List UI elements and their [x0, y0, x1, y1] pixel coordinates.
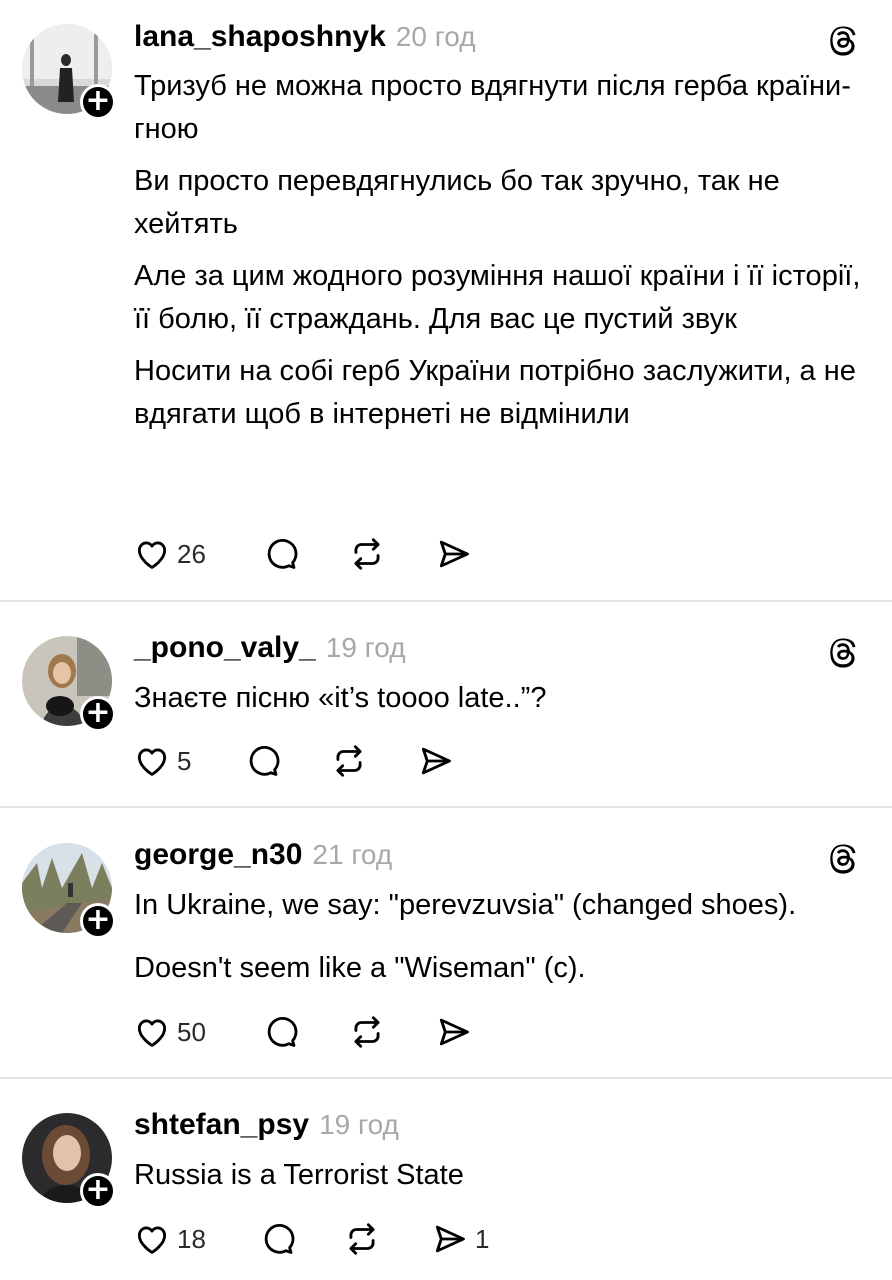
comment-bubble-icon	[267, 539, 298, 569]
send-icon	[439, 1018, 469, 1046]
timestamp: 19 год	[325, 632, 406, 663]
reply-button[interactable]	[258, 1219, 296, 1259]
divider	[0, 1077, 892, 1079]
repost-button[interactable]	[343, 1219, 381, 1259]
like-count: 5	[177, 745, 192, 776]
follow-plus-icon[interactable]: +	[80, 696, 116, 732]
like-count: 26	[177, 538, 206, 569]
like-button[interactable]: 5	[133, 741, 191, 781]
divider	[0, 600, 892, 602]
heart-icon	[137, 748, 167, 776]
like-count: 50	[177, 1016, 206, 1047]
share-button[interactable]	[417, 741, 455, 781]
share-button[interactable]	[435, 534, 473, 574]
reply-button[interactable]	[261, 534, 299, 574]
username[interactable]: _pono_valy_	[134, 631, 316, 665]
post-paragraph: Тризуб не можна просто вдягнути після ге…	[134, 70, 851, 145]
post-header: shtefan_psy 19 год	[134, 1108, 399, 1148]
repost-button[interactable]	[348, 1012, 386, 1052]
post-text: Знаєте пісню «it’s toooo late..”?	[134, 677, 874, 729]
follow-plus-icon[interactable]: +	[80, 84, 116, 120]
comment-bubble-icon	[249, 746, 280, 776]
post-paragraph: Але за цим жодного розуміння нашої країн…	[134, 260, 861, 335]
timestamp: 20 год	[395, 21, 476, 52]
repost-icon	[354, 1016, 380, 1048]
reply-button[interactable]	[243, 741, 281, 781]
reply-button[interactable]	[261, 1012, 299, 1052]
repost-button[interactable]	[330, 741, 368, 781]
post-paragraph: Ви просто перевдягнулись бо так зручно, …	[134, 165, 780, 240]
follow-plus-icon[interactable]: +	[80, 1173, 116, 1209]
repost-icon	[336, 745, 362, 777]
like-button[interactable]: 26	[133, 534, 206, 574]
share-button[interactable]: 1	[431, 1219, 489, 1259]
post-text: Тризуб не можна просто вдягнути після ге…	[134, 65, 874, 445]
timestamp: 21 год	[312, 839, 393, 870]
comment-bubble-icon	[267, 1017, 298, 1047]
like-button[interactable]: 18	[133, 1219, 206, 1259]
post-header: george_n30 21 год	[134, 838, 392, 878]
timestamp: 19 год	[319, 1109, 399, 1140]
username[interactable]: george_n30	[134, 838, 302, 872]
post-paragraph: Носити на собі герб України потрібно зас…	[134, 355, 856, 430]
send-icon	[439, 540, 469, 568]
post-header: _pono_valy_ 19 год	[134, 631, 406, 671]
send-icon	[435, 1225, 465, 1253]
heart-icon	[137, 541, 167, 569]
share-button[interactable]	[435, 1012, 473, 1052]
send-icon	[421, 747, 451, 775]
post-paragraph: Знаєте пісню «it’s toooo late..”?	[134, 682, 547, 714]
follow-plus-icon[interactable]: +	[80, 903, 116, 939]
post-text: Russia is a Terrorist State	[134, 1154, 874, 1206]
like-count: 18	[177, 1223, 206, 1254]
threads-logo-icon[interactable]	[824, 840, 860, 876]
post-text: In Ukraine, we say: "perevzuvsia" (chang…	[134, 884, 874, 999]
username[interactable]: shtefan_psy	[134, 1108, 309, 1142]
post-header: lana_shaposhnyk 20 год	[134, 20, 476, 60]
threads-logo-icon[interactable]	[824, 634, 860, 670]
threads-logo-icon[interactable]	[824, 22, 860, 58]
comment-bubble-icon	[264, 1224, 295, 1254]
post-paragraph: Doesn't seem like a "Wiseman" (c).	[134, 952, 586, 984]
heart-icon	[137, 1226, 167, 1254]
post-paragraph: Russia is a Terrorist State	[134, 1159, 464, 1191]
repost-icon	[349, 1223, 375, 1255]
repost-button[interactable]	[348, 534, 386, 574]
divider	[0, 806, 892, 808]
share-count: 1	[475, 1223, 490, 1254]
post-paragraph: In Ukraine, we say: "perevzuvsia" (chang…	[134, 889, 797, 921]
heart-icon	[137, 1019, 167, 1047]
username[interactable]: lana_shaposhnyk	[134, 20, 386, 54]
repost-icon	[354, 538, 380, 570]
like-button[interactable]: 50	[133, 1012, 206, 1052]
